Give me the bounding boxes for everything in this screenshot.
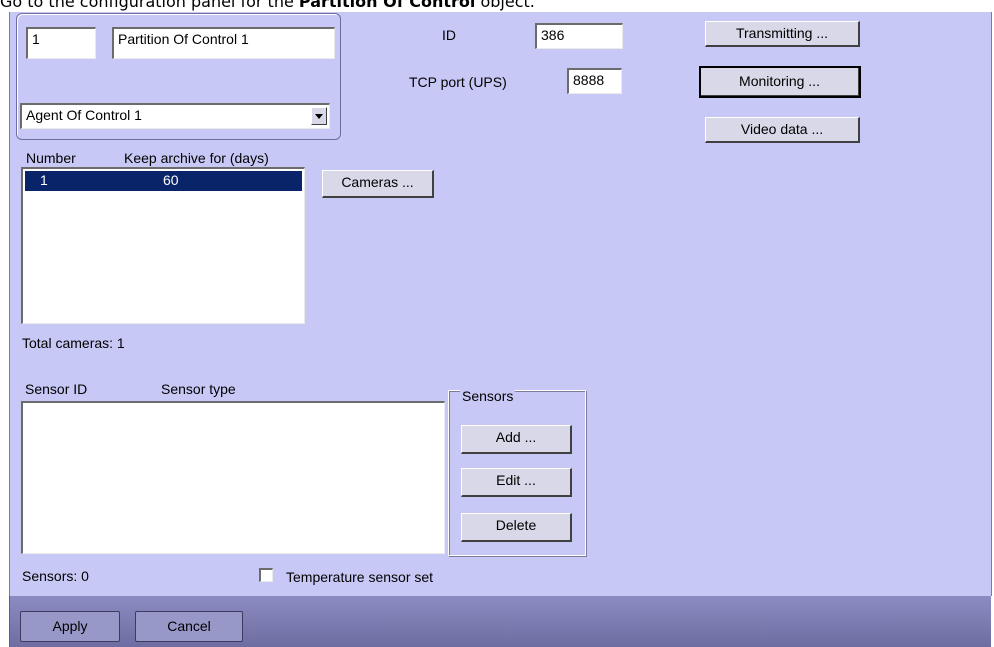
archive-days-cell: 60 <box>163 172 179 188</box>
transmitting-button[interactable]: Transmitting ... <box>705 21 860 47</box>
number-column-header: Number <box>26 150 76 166</box>
chevron-down-icon[interactable] <box>311 107 327 125</box>
tcp-port-field[interactable]: 8888 <box>567 68 622 94</box>
caption-object-name: Partition Of Control <box>298 0 476 11</box>
camera-number-cell: 1 <box>40 172 48 188</box>
video-data-button[interactable]: Video data ... <box>705 117 860 143</box>
add-sensor-button[interactable]: Add ... <box>461 425 572 454</box>
sensor-type-column-header: Sensor type <box>161 381 236 397</box>
sensors-group-label: Sensors <box>460 388 516 404</box>
table-row[interactable]: 1 60 <box>25 171 302 191</box>
cameras-button[interactable]: Cameras ... <box>322 170 434 198</box>
agent-select[interactable]: Agent Of Control 1 <box>20 103 330 129</box>
archive-column-header: Keep archive for (days) <box>124 150 269 166</box>
apply-button[interactable]: Apply <box>20 611 120 642</box>
cameras-list[interactable]: 1 60 <box>21 167 305 324</box>
caption-prefix: Go to the configuration panel for the <box>0 0 299 11</box>
agent-select-value: Agent Of Control 1 <box>26 107 142 123</box>
number-field[interactable]: 1 <box>26 27 96 59</box>
total-cameras-label: Total cameras: 1 <box>22 335 125 351</box>
caption-suffix: object. <box>475 0 535 11</box>
delete-sensor-button[interactable]: Delete <box>461 513 572 542</box>
temperature-sensor-checkbox[interactable] <box>259 568 273 582</box>
id-label: ID <box>442 27 456 43</box>
name-field[interactable]: Partition Of Control 1 <box>112 27 335 59</box>
sensor-id-column-header: Sensor ID <box>25 381 88 397</box>
id-field[interactable]: 386 <box>535 23 623 49</box>
temperature-sensor-label: Temperature sensor set <box>286 569 434 585</box>
monitoring-button[interactable]: Monitoring ... <box>699 66 861 98</box>
cancel-button[interactable]: Cancel <box>135 611 243 642</box>
sensors-count-label: Sensors: 0 <box>22 568 89 584</box>
edit-sensor-button[interactable]: Edit ... <box>461 468 572 497</box>
sensors-list[interactable] <box>21 401 445 554</box>
tcp-port-label: TCP port (UPS) <box>409 74 507 90</box>
